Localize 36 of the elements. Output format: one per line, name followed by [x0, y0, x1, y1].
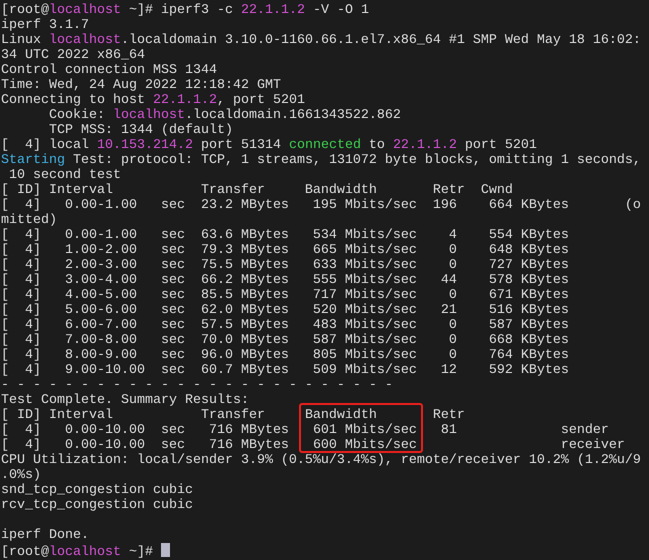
terminal-line: Cookie: localhost.localdomain.1661343522.862 [48, 108, 402, 123]
terminal-line: .0%s) [1, 468, 42, 483]
terminal-line: iperf 3.1.7 [1, 18, 90, 33]
terminal-line: Linux localhost.localdomain 3.10.0-1160.66.1.el7.x86_64 #1 SMP Wed May 18 16:02: [1, 33, 642, 48]
terminal-line: [ 4] 0.00-10.00 sec 716 MBytes 600 Mbits/sec receiver [1, 438, 626, 453]
terminal-line: TCP MSS: 1344 (default) [48, 123, 234, 138]
terminal-line: [ 4] 5.00-6.00 sec 62.0 MBytes 520 Mbits/sec 21 516 KBytes [1, 303, 570, 318]
terminal-line: mitted) [1, 213, 58, 228]
terminal-line: [root@localhost ~]# iperf3 -c 22.1.1.2 -V -O 1 [1, 3, 370, 18]
terminal-line: [ 4] 2.00-3.00 sec 75.5 MBytes 633 Mbits/sec 0 727 KBytes [1, 258, 570, 273]
terminal-line: rcv_tcp_congestion cubic [1, 498, 194, 513]
terminal-line: [ ID] Interval Transfer Bandwidth Retr [1, 408, 466, 423]
terminal-line: snd_tcp_congestion cubic [1, 483, 194, 498]
terminal-line: Connecting to host 22.1.1.2, port 5201 [1, 93, 306, 108]
terminal-line: Time: Wed, 24 Aug 2022 12:18:42 GMT [1, 78, 282, 93]
terminal-line: CPU Utilization: local/sender 3.9% (0.5%u/3.4%s), remote/receiver 10.2% (1.2%u/9 [1, 453, 642, 468]
terminal-line: [ 4] 9.00-10.00 sec 60.7 MBytes 509 Mbits/sec 12 592 KBytes [1, 363, 570, 378]
terminal-line: [ ID] Interval Transfer Bandwidth Retr Cwnd [1, 183, 514, 198]
terminal-line: [ 4] 0.00-1.00 sec 23.2 MBytes 195 Mbits/sec 196 664 KBytes (o [1, 198, 642, 213]
terminal-line: [ 4] 8.00-9.00 sec 96.0 MBytes 805 Mbits/sec 0 764 KBytes [1, 348, 570, 363]
terminal-line: Starting Test: protocol: TCP, 1 streams, 131072 byte blocks, omitting 1 seconds, [1, 153, 642, 168]
terminal-line: [ 4] 3.00-4.00 sec 66.2 MBytes 555 Mbits/sec 44 578 KBytes [1, 273, 570, 288]
terminal-line: 34 UTC 2022 x86_64 [1, 48, 146, 63]
terminal-line: 10 second test [8, 168, 122, 183]
terminal-line: [ 4] local 10.153.214.2 port 51314 connected to 22.1.1.2 port 5201 [1, 138, 538, 153]
terminal-line: Control connection MSS 1344 [1, 63, 218, 78]
terminal-line: [root@localhost ~]# [1, 543, 649, 558]
terminal-line: [ 4] 1.00-2.00 sec 79.3 MBytes 665 Mbits/sec 0 648 KBytes [1, 243, 570, 258]
terminal-line: Test Complete. Summary Results: [1, 393, 250, 408]
terminal-line: [ 4] 7.00-8.00 sec 70.0 MBytes 587 Mbits/sec 0 668 KBytes [1, 333, 570, 348]
terminal-line: [ 4] 0.00-1.00 sec 63.6 MBytes 534 Mbits/sec 4 554 KBytes [1, 228, 570, 243]
terminal-line: iperf Done. [1, 528, 90, 543]
terminal-line: [ 4] 4.00-5.00 sec 85.5 MBytes 717 Mbits/sec 0 671 KBytes [1, 288, 570, 303]
terminal-line: [ 4] 0.00-10.00 sec 716 MBytes 601 Mbits/sec 81 sender [1, 423, 610, 438]
terminal-line: - - - - - - - - - - - - - - - - - - - - - - - - - [1, 378, 394, 393]
terminal-line: [ 4] 6.00-7.00 sec 57.5 MBytes 483 Mbits/sec 0 587 KBytes [1, 318, 570, 333]
